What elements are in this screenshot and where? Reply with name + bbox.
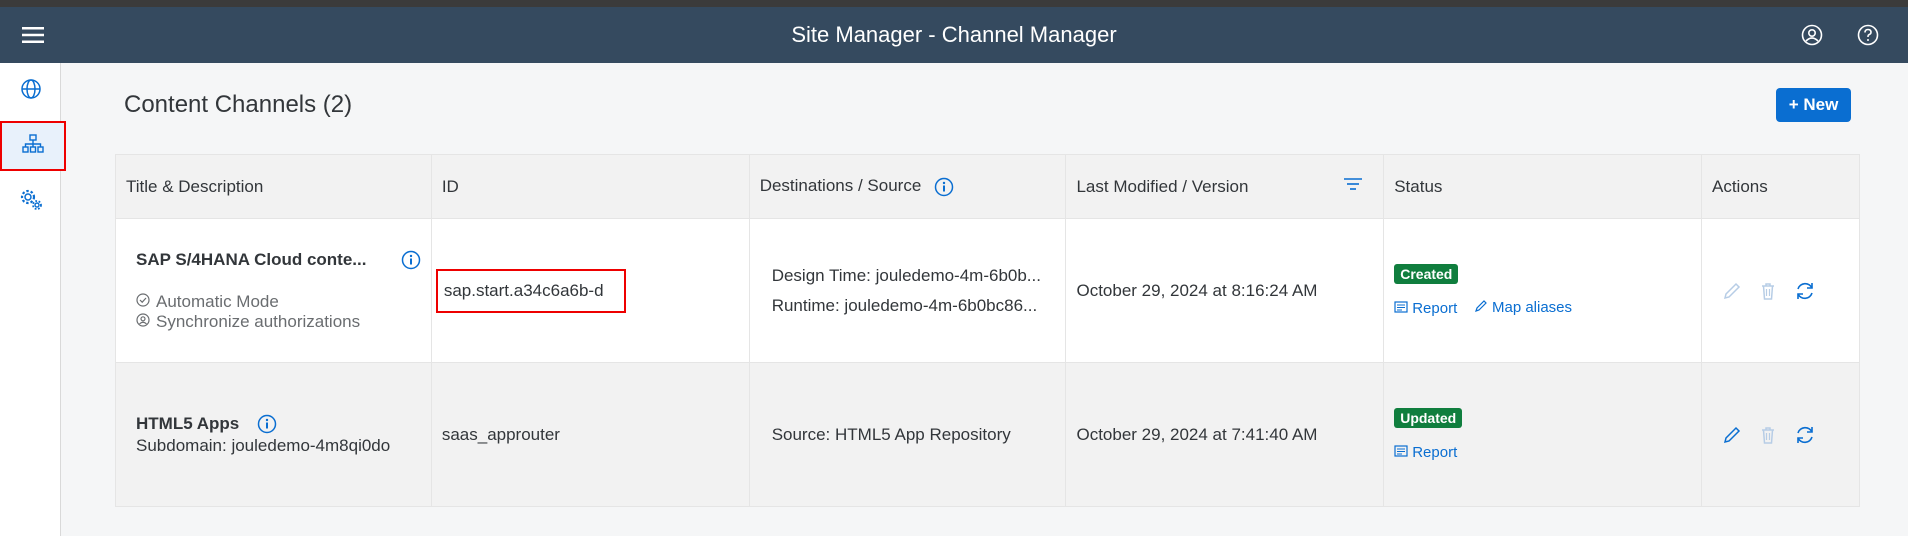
user-icon[interactable] [1796, 19, 1828, 51]
filter-icon[interactable] [1343, 177, 1363, 193]
sync-authorizations: Synchronize authorizations [136, 312, 421, 332]
automatic-mode-label: Automatic Mode [156, 291, 279, 311]
channel-subdomain: Subdomain: jouledemo-4m8qi0do [136, 435, 391, 455]
check-circle-icon [136, 292, 150, 312]
design-time-destination: Design Time: jouledemo-4m-6b0b... [771, 265, 1041, 285]
refresh-icon[interactable] [1794, 280, 1816, 302]
id-cell: sap.start.a34c6a6b-d [430, 218, 750, 363]
header-modified-label: Last Modified / Version [1076, 176, 1249, 196]
top-strip [0, 0, 1908, 7]
header-title: Title & Description [115, 154, 432, 219]
channel-id: sap.start.a34c6a6b-d [435, 268, 626, 313]
app-title: Site Manager - Channel Manager [791, 22, 1117, 47]
destinations-cell: Design Time: jouledemo-4m-6b0b... Runtim… [748, 218, 1067, 363]
table-row[interactable]: SAP S/4HANA Cloud conte... Automatic Mod… [115, 218, 1861, 363]
user-circle-icon [136, 312, 150, 332]
map-aliases-link[interactable]: Map aliases [1474, 299, 1572, 317]
modified-cell: October 29, 2024 at 7:41:40 AM [1065, 362, 1385, 507]
nav-settings[interactable] [0, 177, 61, 225]
sync-authorizations-label: Synchronize authorizations [156, 311, 361, 331]
globe-icon [20, 78, 42, 105]
info-icon[interactable] [934, 177, 954, 197]
info-icon[interactable] [257, 414, 277, 434]
report-link[interactable]: Report [1394, 300, 1457, 317]
main-content: Content Channels (2) + New Title & Descr… [61, 63, 1908, 536]
help-icon[interactable] [1852, 19, 1884, 51]
id-cell: saas_approuter [430, 362, 750, 507]
report-icon [1394, 300, 1408, 317]
delete-icon[interactable] [1758, 425, 1778, 445]
destinations-cell: Source: HTML5 App Repository [748, 362, 1067, 507]
page-title: Content Channels (2) [124, 91, 353, 118]
report-link[interactable]: Report [1394, 444, 1457, 461]
status-cell: Updated Report [1383, 362, 1702, 507]
pencil-icon [1474, 299, 1488, 317]
edit-icon[interactable] [1722, 281, 1742, 301]
edit-icon[interactable] [1722, 425, 1742, 445]
nav-channel-manager[interactable] [0, 121, 66, 171]
refresh-icon[interactable] [1794, 424, 1816, 446]
header-actions: Actions [1700, 154, 1861, 219]
report-link-label: Report [1412, 443, 1458, 461]
actions-cell [1700, 362, 1861, 507]
runtime-destination: Runtime: jouledemo-4m-6b0bc86... [771, 295, 1038, 315]
side-navigation [0, 63, 66, 536]
table-header-row: Title & Description ID Destinations / So… [115, 154, 1861, 219]
shell-bar: Site Manager - Channel Manager [0, 7, 1908, 63]
table-row[interactable]: HTML5 Apps Subdomain: jouledemo-4m8qi0do… [115, 362, 1861, 507]
settings-icon [19, 187, 43, 216]
actions-cell [1700, 218, 1861, 363]
source-destination: Source: HTML5 App Repository [771, 424, 1011, 444]
status-cell: Created Report Map aliases [1383, 218, 1702, 363]
modified-cell: October 29, 2024 at 8:16:24 AM [1065, 218, 1385, 363]
info-icon[interactable] [401, 250, 421, 270]
title-cell: SAP S/4HANA Cloud conte... Automatic Mod… [115, 218, 432, 363]
report-icon [1394, 444, 1408, 461]
title-cell: HTML5 Apps Subdomain: jouledemo-4m8qi0do [115, 362, 432, 507]
header-destinations: Destinations / Source [748, 154, 1067, 219]
nav-sites[interactable] [0, 67, 61, 115]
header-destinations-label: Destinations / Source [759, 176, 922, 196]
automatic-mode: Automatic Mode [136, 292, 421, 312]
header-id: ID [430, 154, 750, 219]
sitemap-icon [22, 133, 44, 159]
channel-name[interactable]: SAP S/4HANA Cloud conte... [136, 250, 366, 270]
channels-table: Title & Description ID Destinations / So… [115, 154, 1861, 507]
header-status: Status [1383, 154, 1702, 219]
map-aliases-label: Map aliases [1491, 299, 1573, 316]
header-modified: Last Modified / Version [1065, 154, 1385, 219]
delete-icon[interactable] [1758, 281, 1778, 301]
status-badge: Updated [1394, 407, 1463, 428]
new-channel-button[interactable]: + New [1776, 88, 1851, 122]
channel-name[interactable]: HTML5 Apps [136, 414, 239, 434]
status-badge: Created [1394, 263, 1459, 284]
report-link-label: Report [1412, 299, 1458, 317]
